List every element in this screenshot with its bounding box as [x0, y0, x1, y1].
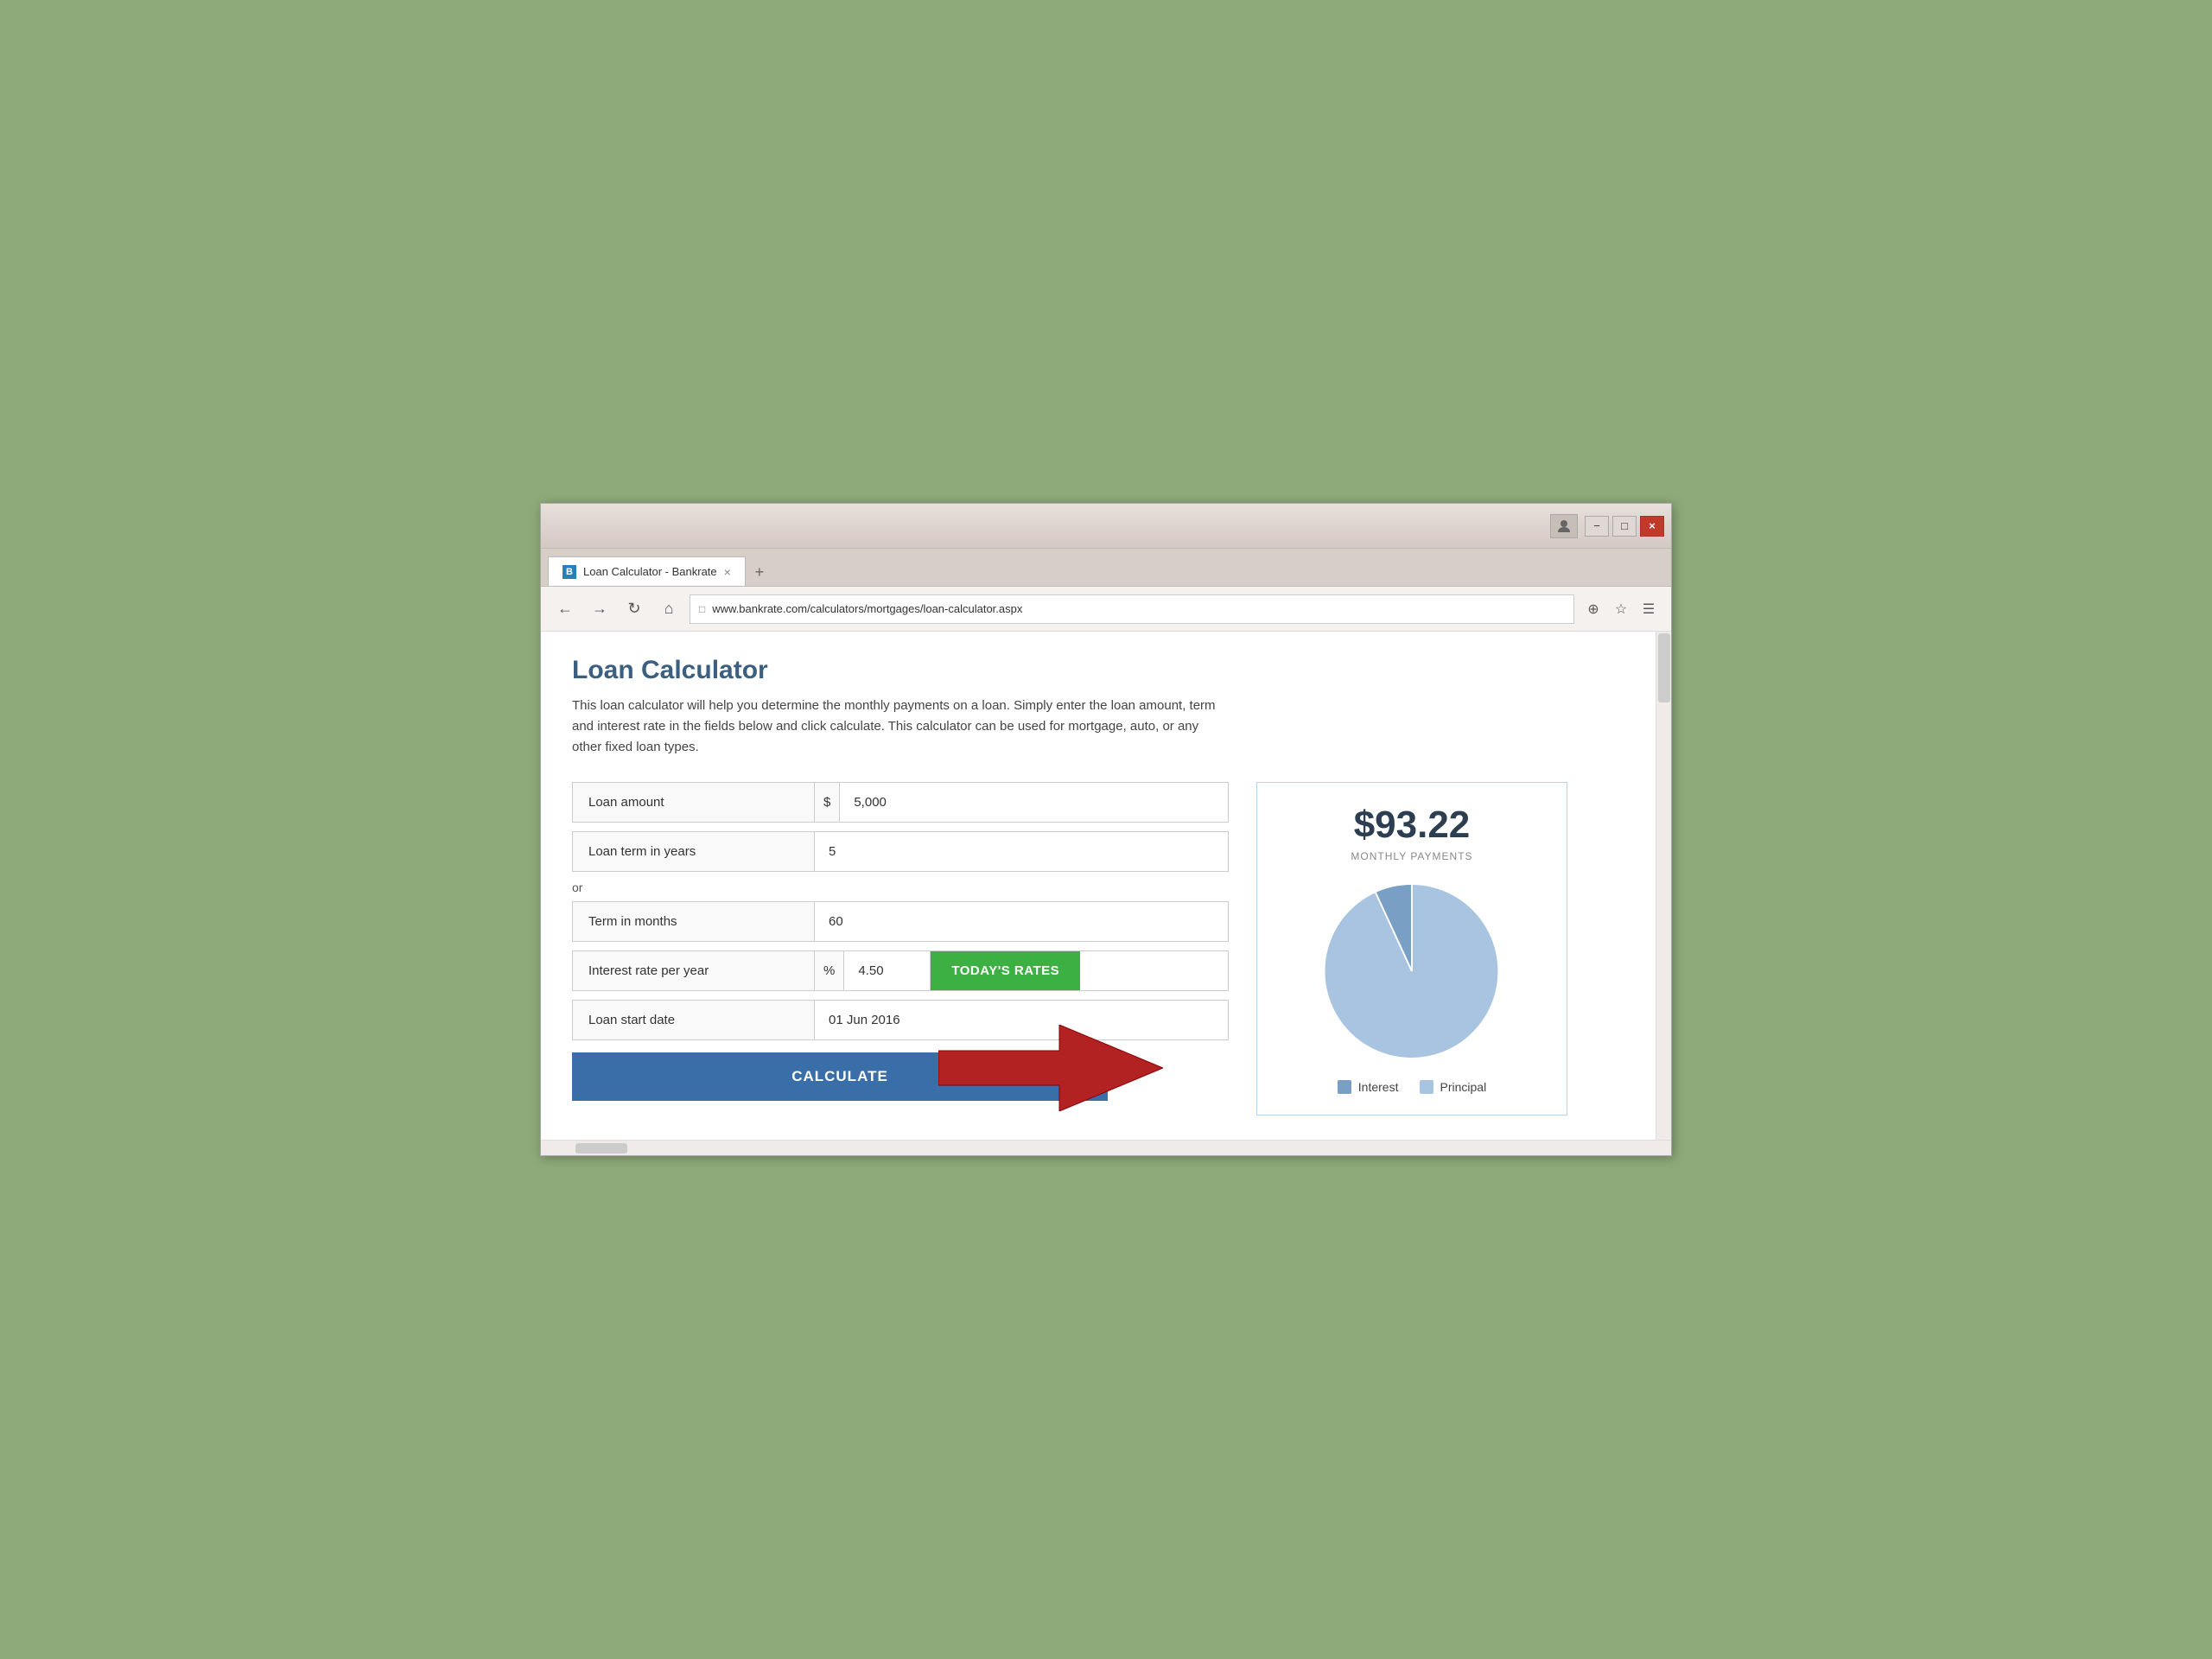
- interest-rate-row: Interest rate per year % TODAY'S RATES: [572, 950, 1229, 991]
- currency-symbol: $: [815, 783, 840, 822]
- back-button[interactable]: ←: [551, 595, 579, 623]
- loan-start-date-input[interactable]: [815, 1001, 1228, 1039]
- pie-legend: Interest Principal: [1278, 1080, 1546, 1094]
- active-tab[interactable]: B Loan Calculator - Bankrate ×: [548, 556, 746, 586]
- tab-close-icon[interactable]: ×: [724, 565, 731, 579]
- restore-button[interactable]: □: [1612, 516, 1637, 537]
- page-icon: □: [699, 603, 705, 615]
- page-description: This loan calculator will help you deter…: [572, 696, 1229, 758]
- loan-amount-row: Loan amount $: [572, 782, 1229, 823]
- page-title: Loan Calculator: [572, 656, 1640, 685]
- percent-symbol: %: [815, 951, 844, 990]
- profile-button[interactable]: [1550, 514, 1578, 538]
- vertical-scrollbar[interactable]: [1656, 632, 1671, 1140]
- pie-chart: [1317, 876, 1507, 1066]
- bookmark-button[interactable]: ☆: [1609, 597, 1633, 621]
- or-separator: or: [572, 880, 1229, 894]
- url-text: www.bankrate.com/calculators/mortgages/l…: [712, 602, 1565, 615]
- h-scroll-thumb[interactable]: [575, 1143, 627, 1154]
- term-months-row: Term in months: [572, 901, 1229, 942]
- pie-chart-container: [1278, 876, 1546, 1066]
- todays-rates-button[interactable]: TODAY'S RATES: [931, 951, 1080, 990]
- monthly-label: MONTHLY PAYMENTS: [1278, 850, 1546, 862]
- loan-term-years-input[interactable]: [815, 832, 1228, 871]
- term-months-label: Term in months: [573, 902, 815, 941]
- loan-amount-input[interactable]: [840, 783, 1228, 822]
- horizontal-scrollbar[interactable]: [541, 1140, 1671, 1155]
- scroll-thumb[interactable]: [1658, 633, 1670, 702]
- term-months-input[interactable]: [815, 902, 1228, 941]
- zoom-button[interactable]: ⊕: [1581, 597, 1605, 621]
- tab-title: Loan Calculator - Bankrate: [583, 565, 717, 578]
- loan-term-years-row: Loan term in years: [572, 831, 1229, 872]
- monthly-amount: $93.22: [1278, 804, 1546, 847]
- tab-favicon: B: [563, 565, 576, 579]
- home-button[interactable]: ⌂: [655, 595, 683, 623]
- new-tab-button[interactable]: +: [746, 558, 773, 586]
- principal-legend-color: [1420, 1080, 1433, 1094]
- nav-right-controls: ⊕ ☆ ☰: [1581, 597, 1661, 621]
- interest-rate-label: Interest rate per year: [573, 951, 815, 990]
- title-bar: − □ ×: [541, 504, 1671, 549]
- loan-term-years-label: Loan term in years: [573, 832, 815, 871]
- close-button[interactable]: ×: [1640, 516, 1664, 537]
- loan-amount-label: Loan amount: [573, 783, 815, 822]
- menu-button[interactable]: ☰: [1637, 597, 1661, 621]
- minimize-button[interactable]: −: [1585, 516, 1609, 537]
- principal-legend-item: Principal: [1420, 1080, 1487, 1094]
- address-bar[interactable]: □ www.bankrate.com/calculators/mortgages…: [690, 594, 1574, 624]
- interest-legend-label: Interest: [1358, 1080, 1399, 1094]
- calculator-layout: Loan amount $ Loan term in years or Term…: [572, 782, 1640, 1116]
- interest-legend-item: Interest: [1338, 1080, 1399, 1094]
- calculate-button[interactable]: CALCULATE: [572, 1052, 1108, 1101]
- calculator-form: Loan amount $ Loan term in years or Term…: [572, 782, 1229, 1101]
- forward-button[interactable]: →: [586, 595, 613, 623]
- loan-start-date-row: Loan start date: [572, 1000, 1229, 1040]
- tab-bar: B Loan Calculator - Bankrate × +: [541, 549, 1671, 587]
- interest-legend-color: [1338, 1080, 1351, 1094]
- nav-bar: ← → ↻ ⌂ □ www.bankrate.com/calculators/m…: [541, 587, 1671, 632]
- reload-button[interactable]: ↻: [620, 595, 648, 623]
- loan-start-date-label: Loan start date: [573, 1001, 815, 1039]
- principal-legend-label: Principal: [1440, 1080, 1487, 1094]
- window-controls: − □ ×: [1585, 516, 1664, 537]
- interest-rate-input[interactable]: [844, 951, 931, 990]
- results-panel: $93.22 MONTHLY PAYMENTS: [1256, 782, 1567, 1116]
